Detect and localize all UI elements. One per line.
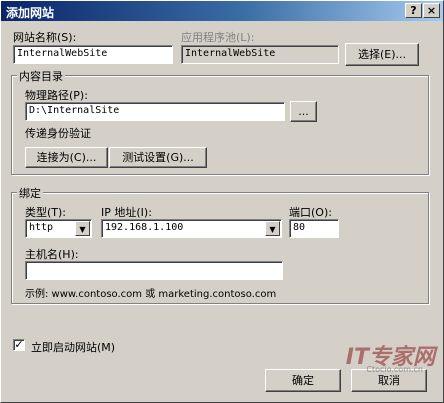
app-pool-field: InternalWebSite [181,45,339,64]
port-label: 端口(O): [289,206,332,219]
ip-address-select[interactable]: 192.168.1.100 ▼ [101,219,282,238]
port-input[interactable]: 80 [289,219,339,238]
host-name-input[interactable] [25,261,283,280]
physical-path-label: 物理路径(P): [25,89,88,102]
ip-address-label: IP 地址(I): [101,206,152,219]
start-website-checkbox[interactable]: ✓ [13,339,25,351]
title-bar[interactable]: 添加网站 ? × [1,1,443,21]
test-settings-button[interactable]: 测试设置(G)... [109,147,207,168]
type-label: 类型(T): [25,206,67,219]
browse-path-button[interactable]: ... [290,101,317,122]
host-name-label: 主机名(H): [25,248,79,261]
binding-legend: 绑定 [17,185,43,201]
site-name-label: 网站名称(S): [13,31,77,44]
app-pool-label: 应用程序池(L): [181,31,255,44]
ip-address-value: 192.168.1.100 [105,222,184,233]
add-website-dialog: 添加网站 ? × 网站名称(S): InternalWebSite 应用程序池(… [0,0,444,403]
type-select[interactable]: http ▼ [25,219,92,238]
ok-button[interactable]: 确定 [265,369,341,392]
chevron-down-icon[interactable]: ▼ [75,221,90,236]
physical-path-input[interactable]: D:\InternalSite [25,102,285,121]
close-button[interactable]: × [423,3,440,18]
pass-through-auth-label: 传递身份验证 [25,127,91,140]
start-website-label: 立即启动网站(M) [31,341,116,354]
type-value: http [29,222,54,233]
site-name-input[interactable]: InternalWebSite [13,45,173,64]
watermark-sub: Ctocio.com.cn [366,365,423,374]
connect-as-button[interactable]: 连接为(C)... [25,147,108,168]
help-button[interactable]: ? [405,3,422,18]
chevron-down-icon[interactable]: ▼ [265,221,280,236]
site-watermark-logo: IT专家网 Ctocio.com.cn [346,339,435,380]
content-directory-legend: 内容目录 [17,68,65,84]
window-title: 添加网站 [6,6,55,20]
select-app-pool-button[interactable]: 选择(E)... [345,43,419,66]
host-example-text: 示例: www.contoso.com 或 marketing.contoso.… [25,289,277,300]
